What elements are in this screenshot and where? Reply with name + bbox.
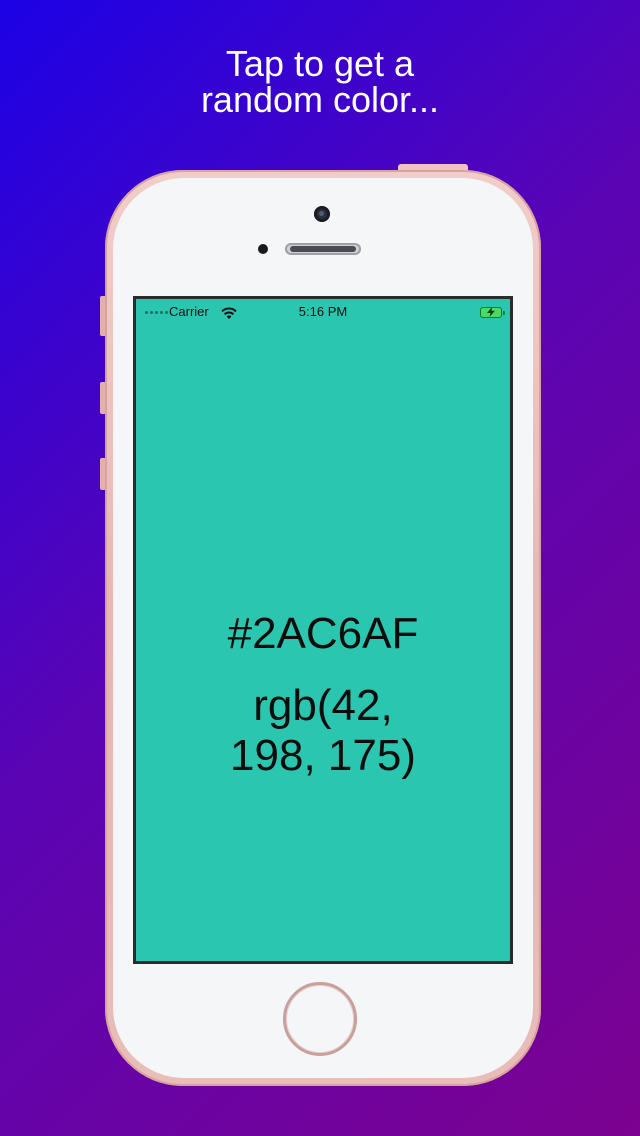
rgb-color-value: rgb(42, 198, 175) <box>136 681 510 781</box>
headline-line-1: Tap to get a <box>225 43 415 84</box>
home-button[interactable] <box>283 982 357 1056</box>
front-camera <box>314 206 330 222</box>
color-display[interactable]: Carrier 5:16 PM #2AC6AF rgb(42, 198, 175… <box>136 299 510 961</box>
charging-bolt-icon <box>487 307 495 317</box>
phone-screen: Carrier 5:16 PM #2AC6AF rgb(42, 198, 175… <box>133 296 513 964</box>
hex-color-value: #2AC6AF <box>227 609 419 658</box>
status-time: 5:16 PM <box>298 304 348 319</box>
rgb-line-2: 198, 175) <box>230 731 416 780</box>
status-bar: Carrier 5:16 PM <box>136 299 510 325</box>
headline-line-2: random color... <box>200 79 440 120</box>
proximity-sensor <box>258 244 268 254</box>
battery-charging-icon <box>480 307 505 318</box>
headline: Tap to get a random color... <box>0 46 640 118</box>
earpiece-speaker <box>285 243 361 255</box>
rgb-line-1: rgb(42, <box>253 681 393 730</box>
